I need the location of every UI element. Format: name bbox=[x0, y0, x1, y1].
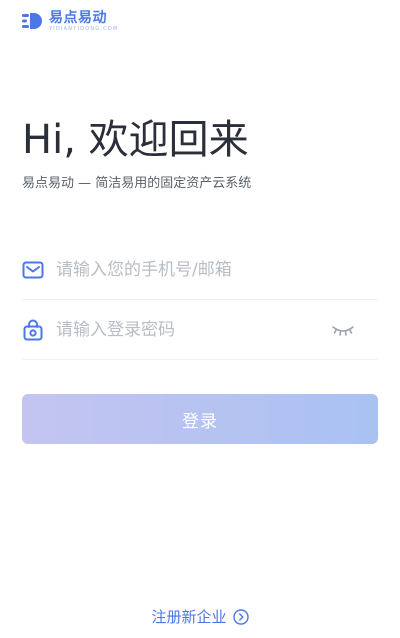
page-title: Hi, 欢迎回来 bbox=[22, 117, 249, 163]
account-input[interactable] bbox=[56, 240, 378, 299]
register-label: 注册新企业 bbox=[151, 608, 227, 626]
logo-name: 易点易动 bbox=[49, 10, 107, 26]
password-input[interactable] bbox=[56, 300, 330, 359]
logo-mark-icon bbox=[22, 13, 42, 29]
lock-icon bbox=[22, 319, 44, 341]
account-field-row bbox=[22, 240, 378, 300]
logo-subname: YIDIANYIDONG.COM bbox=[49, 26, 119, 32]
brand-logo: 易点易动 YIDIANYIDONG.COM bbox=[22, 11, 118, 32]
page-subtitle: 易点易动 — 简洁易用的固定资产云系统 bbox=[22, 176, 252, 191]
mail-icon bbox=[22, 259, 44, 281]
register-link[interactable]: 注册新企业 bbox=[0, 606, 400, 627]
eye-closed-icon[interactable] bbox=[330, 320, 356, 340]
chevron-right-circle-icon bbox=[232, 608, 249, 625]
password-field-row bbox=[22, 300, 378, 360]
login-button[interactable]: 登录 bbox=[22, 394, 378, 444]
